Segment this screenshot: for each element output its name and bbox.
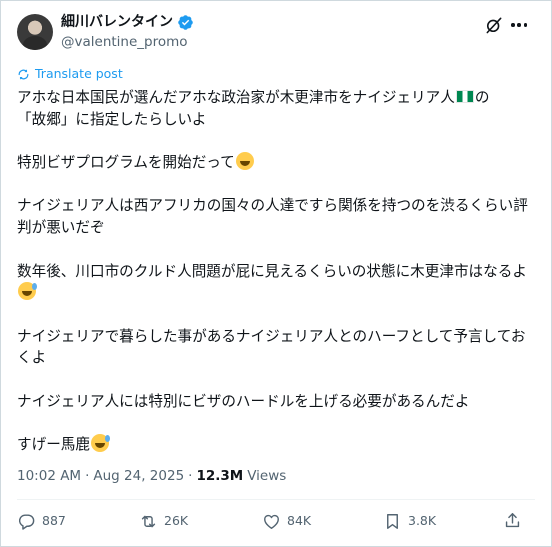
author-name[interactable]: 細川バレンタイン <box>61 13 173 31</box>
post-paragraph-6: ナイジェリア人には特別にビザのハードルを上げる必要があるんだよ <box>17 392 470 410</box>
divider <box>17 499 535 500</box>
more-options-icon[interactable] <box>509 15 529 35</box>
meta-separator: · <box>85 468 90 484</box>
post-time[interactable]: 10:02 AM <box>17 467 81 485</box>
sweat-smile-emoji-icon <box>90 434 110 453</box>
rolling-laughing-emoji-icon <box>235 152 254 171</box>
translate-label: Translate post <box>35 66 123 81</box>
views-count: 12.3M <box>196 468 244 484</box>
post-paragraph-5: ナイジェリアで暮らした事があるナイジェリア人とのハーフとして予言しておくよ <box>17 327 526 367</box>
post-metadata: 10:02 AM · Aug 24, 2025 · 12.3M Views <box>17 467 286 485</box>
bookmark-button[interactable]: 3.8K <box>383 511 436 531</box>
sweat-smile-emoji-icon <box>18 282 37 301</box>
reply-icon <box>18 513 35 530</box>
post-paragraph-4: 数年後、川口市のクルド人問題が屁に見えるくらいの状態に木更津市はなるよ <box>17 261 535 304</box>
avatar[interactable] <box>17 14 53 50</box>
reply-count: 887 <box>42 513 66 528</box>
author-name-row: 細川バレンタイン <box>61 13 194 31</box>
post-text: アホな日本国民が選んだアホな政治家が木更津市をナイジェリア人の「故郷」に指定した… <box>17 87 535 456</box>
repost-icon <box>141 515 156 527</box>
repost-count: 26K <box>164 513 189 528</box>
grok-icon[interactable] <box>484 15 504 35</box>
verified-badge-icon <box>178 14 193 30</box>
like-count: 84K <box>287 513 312 528</box>
views-label: Views <box>247 468 287 484</box>
reply-button[interactable]: 887 <box>17 511 66 531</box>
meta-separator: · <box>188 468 193 484</box>
share-icon <box>505 513 520 528</box>
heart-icon <box>264 514 279 529</box>
repost-button[interactable]: 26K <box>139 511 188 531</box>
post-paragraph-7: すげー馬鹿 <box>17 434 535 456</box>
action-bar: 887 26K 84K 3.8K <box>17 511 525 533</box>
author-handle[interactable]: @valentine_promo <box>61 33 188 51</box>
bookmark-icon <box>387 513 398 529</box>
nigeria-flag-icon <box>455 90 474 103</box>
translate-post-link[interactable]: Translate post <box>17 66 123 82</box>
post-date[interactable]: Aug 24, 2025 <box>93 467 184 485</box>
post-paragraph-3: ナイジェリア人は西アフリカの国々の人達ですら関係を持つのを渋るくらい評判が悪いだ… <box>17 197 528 237</box>
post-paragraph-2: 特別ビザプログラムを開始だって <box>17 152 535 174</box>
bookmark-count: 3.8K <box>408 513 437 528</box>
share-button[interactable] <box>503 511 522 530</box>
like-button[interactable]: 84K <box>262 511 311 531</box>
post-paragraph-1: アホな日本国民が選んだアホな政治家が木更津市をナイジェリア人の「故郷」に指定した… <box>17 89 490 128</box>
post-card: 細川バレンタイン @valentine_promo Translate post… <box>0 0 552 547</box>
translate-icon <box>18 68 29 80</box>
